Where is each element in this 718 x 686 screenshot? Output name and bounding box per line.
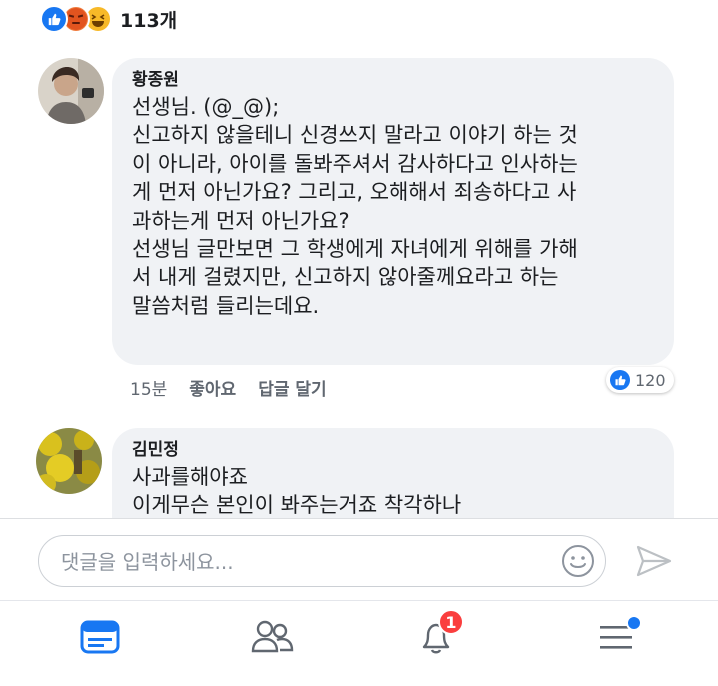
- tab-news-feed[interactable]: [72, 613, 128, 661]
- comment-actions: 15분 좋아요 답글 달기: [130, 375, 349, 400]
- avatar[interactable]: [36, 428, 102, 494]
- news-feed-icon: [80, 620, 120, 654]
- comment-author[interactable]: 김민정: [132, 439, 674, 461]
- like-icon: [40, 5, 68, 33]
- comment-input-box[interactable]: [38, 535, 606, 587]
- send-icon[interactable]: [634, 541, 674, 581]
- comment-input[interactable]: [59, 544, 543, 580]
- comment-author[interactable]: 황종원: [132, 69, 674, 91]
- menu-dot: [626, 615, 642, 631]
- tab-notifications[interactable]: 1: [408, 609, 464, 661]
- bottom-tab-bar: 1: [0, 600, 718, 686]
- emoji-icon[interactable]: [561, 544, 595, 578]
- like-button[interactable]: 좋아요: [189, 375, 236, 400]
- comment-screen: 113개 황종원 선생님. (@_@); 신고하지 않을테니 신경쓰지 말라고 …: [0, 0, 718, 686]
- comment-text: 선생님. (@_@); 신고하지 않을테니 신경쓰지 말라고 이야기 하는 것 …: [132, 95, 578, 318]
- tab-menu[interactable]: [588, 613, 644, 661]
- reaction-summary[interactable]: 113개: [40, 4, 177, 34]
- reaction-count: 113개: [120, 9, 178, 32]
- comment-time: 15분: [130, 380, 168, 400]
- comment-composer: [0, 518, 718, 601]
- comment-bubble: 황종원 선생님. (@_@); 신고하지 않을테니 신경쓰지 말라고 이야기 하…: [112, 58, 674, 365]
- like-count-value: 120: [635, 370, 666, 390]
- tab-friends[interactable]: [244, 613, 300, 661]
- avatar[interactable]: [38, 58, 104, 124]
- comment-text: 사과를해야죠 이게무슨 본인이 봐주는거죠 착각하나: [132, 465, 462, 518]
- like-icon: [610, 370, 630, 390]
- notification-badge: 1: [438, 609, 464, 635]
- friends-icon: [251, 620, 294, 653]
- comment-like-count[interactable]: 120: [606, 367, 674, 393]
- reply-button[interactable]: 답글 달기: [258, 375, 326, 400]
